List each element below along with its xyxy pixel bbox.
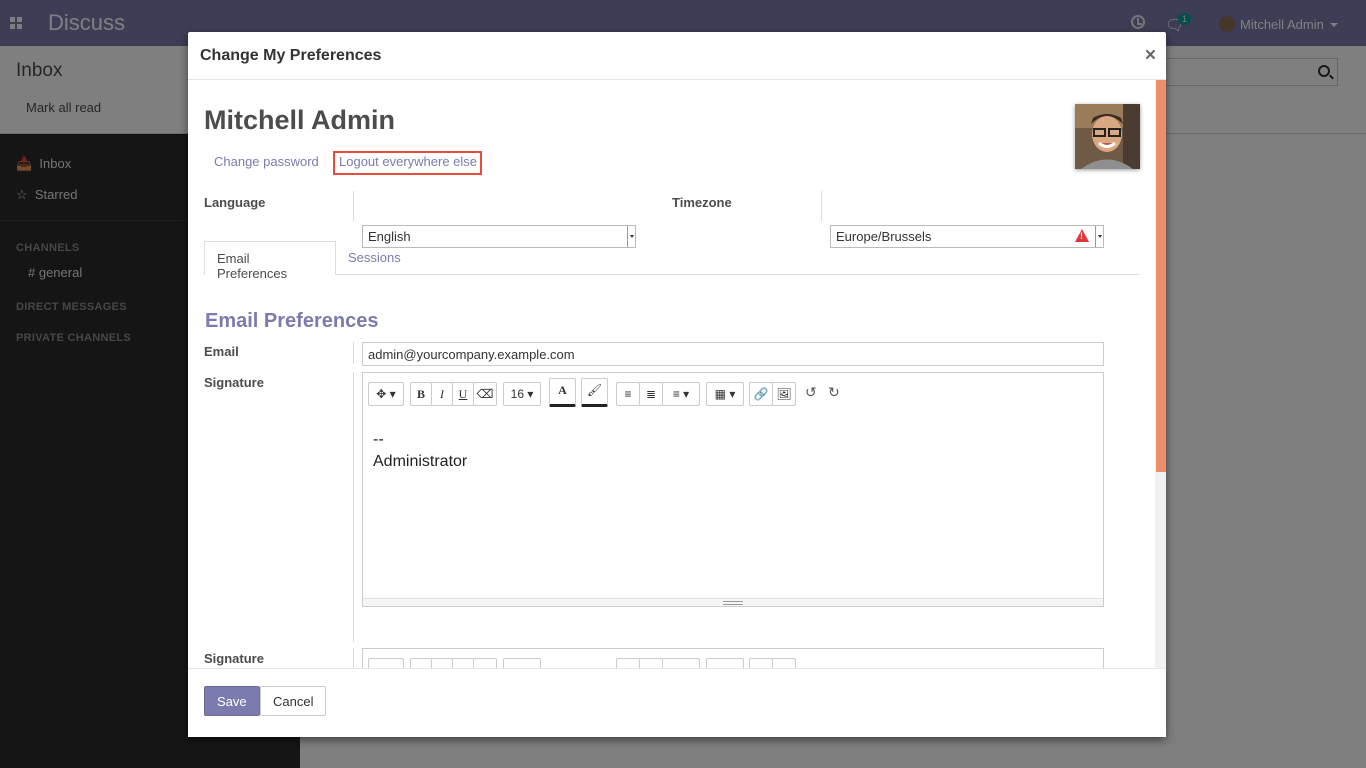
tab-sessions[interactable]: Sessions <box>336 241 413 275</box>
signature-line: Administrator <box>373 453 468 470</box>
brush-icon[interactable]: 🖌 <box>581 378 608 407</box>
editor-toolbar <box>368 658 1068 668</box>
underline-button[interactable]: U <box>452 382 474 406</box>
timezone-value: Europe/Brussels <box>836 229 932 244</box>
align-dropdown[interactable]: ≡ ▾ <box>662 382 700 406</box>
user-name-heading: Mitchell Admin <box>204 105 396 135</box>
scrollbar-thumb[interactable] <box>1156 80 1166 472</box>
dialog-header: Change My Preferences × <box>188 32 1166 80</box>
dialog-footer: Save Cancel <box>188 668 1166 737</box>
redo-icon[interactable]: ↻ <box>828 384 840 401</box>
bullet-list-icon[interactable] <box>616 658 640 668</box>
warning-icon <box>1075 229 1089 242</box>
eraser-icon[interactable] <box>473 658 497 668</box>
dialog-title: Change My Preferences <box>200 47 382 64</box>
font-size-dropdown[interactable]: 16 ▾ <box>503 382 541 406</box>
divider <box>353 191 354 221</box>
preferences-dialog: Change My Preferences × Mitchell Admin C… <box>188 32 1166 737</box>
email-field[interactable]: admin@yourcompany.example.com <box>362 342 1104 366</box>
style-dropdown[interactable] <box>368 658 404 668</box>
signature-label-2: Signature <box>204 651 264 666</box>
chevron-down-icon <box>627 226 635 247</box>
editor-resize-handle[interactable] <box>363 598 1103 606</box>
signature-content[interactable]: -- Administrator <box>373 429 467 473</box>
bold-button[interactable]: B <box>410 382 432 406</box>
signature-editor[interactable]: ✥ ▾ B I U ⌫ 16 ▾ A 🖌 ≡ ≣ ≡ ▾ ▦ ▾ 🔗 🖼 ↺ ↻… <box>362 372 1104 607</box>
timezone-select[interactable]: Europe/Brussels <box>830 225 1104 248</box>
cancel-button[interactable]: Cancel <box>260 686 327 716</box>
logout-everywhere-link[interactable]: Logout everywhere else <box>339 154 477 169</box>
style-dropdown[interactable]: ✥ ▾ <box>368 382 404 406</box>
table-dropdown[interactable] <box>706 658 744 668</box>
divider <box>353 342 354 364</box>
underline-button[interactable] <box>452 658 474 668</box>
image-icon[interactable]: 🖼 <box>772 382 796 406</box>
text-color-button[interactable]: A <box>549 378 576 407</box>
close-icon[interactable]: × <box>1145 45 1156 67</box>
divider <box>821 191 822 221</box>
language-label: Language <box>204 195 266 210</box>
font-size-value: 16 <box>510 387 524 401</box>
tab-email-preferences[interactable]: Email Preferences <box>204 241 336 281</box>
dialog-body: Mitchell Admin Change password Logout ev… <box>188 80 1166 668</box>
user-photo[interactable] <box>1075 104 1140 169</box>
chevron-down-icon <box>1095 226 1103 247</box>
timezone-label: Timezone <box>672 195 732 210</box>
save-button[interactable]: Save <box>204 686 260 716</box>
email-label: Email <box>204 344 239 359</box>
eraser-icon[interactable]: ⌫ <box>473 382 497 406</box>
editor-toolbar: ✥ ▾ B I U ⌫ 16 ▾ A 🖌 ≡ ≣ ≡ ▾ ▦ ▾ 🔗 🖼 ↺ ↻ <box>368 378 1068 408</box>
table-dropdown[interactable]: ▦ ▾ <box>706 382 744 406</box>
undo-icon[interactable]: ↺ <box>805 384 817 401</box>
link-icon[interactable]: 🔗 <box>749 382 773 406</box>
numbered-list-icon[interactable] <box>639 658 663 668</box>
align-dropdown[interactable] <box>662 658 700 668</box>
numbered-list-icon[interactable]: ≣ <box>639 382 663 406</box>
divider <box>353 648 354 668</box>
link-icon[interactable] <box>749 658 773 668</box>
section-title: Email Preferences <box>205 310 379 332</box>
signature-line: -- <box>373 431 384 448</box>
italic-button[interactable]: I <box>431 382 453 406</box>
font-size-dropdown[interactable] <box>503 658 541 668</box>
italic-button[interactable] <box>431 658 453 668</box>
divider <box>353 372 354 642</box>
signature-label: Signature <box>204 375 264 390</box>
bullet-list-icon[interactable]: ≡ <box>616 382 640 406</box>
signature-editor-2[interactable] <box>362 648 1104 668</box>
bold-button[interactable] <box>410 658 432 668</box>
image-icon[interactable] <box>772 658 796 668</box>
change-password-link[interactable]: Change password <box>214 154 319 169</box>
